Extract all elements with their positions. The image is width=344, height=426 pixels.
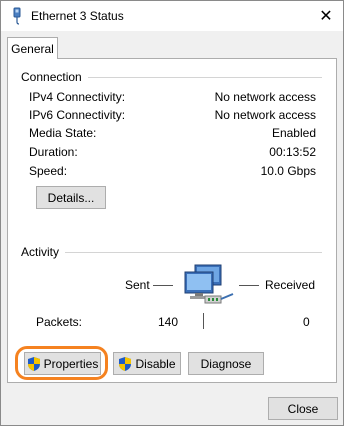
uac-shield-icon: [119, 356, 132, 371]
activity-group-label: Activity: [21, 245, 66, 259]
close-button[interactable]: Close: [268, 397, 338, 420]
sent-dash: [153, 285, 173, 286]
ipv6-label: IPv6 Connectivity:: [29, 108, 126, 122]
packets-received-value: 0: [303, 315, 310, 329]
disable-button[interactable]: Disable: [113, 352, 181, 375]
general-panel: [7, 58, 337, 383]
properties-button[interactable]: Properties: [24, 352, 101, 375]
duration-value: 00:13:52: [269, 145, 316, 159]
speed-value: 10.0 Gbps: [260, 164, 316, 178]
status-dialog: Ethernet 3 Status ✕ General Connection I…: [0, 0, 344, 426]
diagnose-button-label: Diagnose: [200, 356, 252, 371]
disable-button-label: Disable: [135, 356, 176, 371]
packets-sent-value: 140: [158, 315, 179, 329]
network-computers-icon: [184, 264, 234, 304]
media-state-label: Media State:: [29, 126, 97, 140]
window-title: Ethernet 3 Status: [31, 9, 124, 23]
connection-group-label: Connection: [21, 70, 88, 84]
media-state-value: Enabled: [271, 126, 316, 140]
diagnose-button[interactable]: Diagnose: [188, 352, 264, 375]
packets-label: Packets:: [36, 315, 83, 329]
tab-general[interactable]: General: [7, 37, 58, 59]
connection-divider: [79, 77, 322, 78]
uac-shield-icon: [27, 356, 40, 371]
packets-separator: [203, 313, 204, 329]
title-bar: Ethernet 3 Status ✕: [1, 1, 343, 31]
sent-label: Sent: [125, 278, 150, 292]
ipv6-value: No network access: [214, 108, 316, 122]
tab-label: General: [11, 41, 54, 56]
speed-label: Speed:: [29, 164, 68, 178]
close-window-button[interactable]: ✕: [309, 1, 343, 31]
details-button-label: Details...: [47, 190, 95, 205]
ipv4-value: No network access: [214, 90, 316, 104]
properties-button-label: Properties: [43, 356, 99, 371]
close-button-label: Close: [287, 401, 319, 416]
activity-divider: [63, 252, 322, 253]
received-label: Received: [265, 278, 316, 292]
close-icon: ✕: [319, 8, 333, 25]
details-button[interactable]: Details...: [36, 186, 106, 209]
received-dash: [239, 285, 259, 286]
ipv4-label: IPv4 Connectivity:: [29, 90, 126, 104]
network-adapter-icon: [13, 7, 21, 25]
duration-label: Duration:: [29, 145, 78, 159]
